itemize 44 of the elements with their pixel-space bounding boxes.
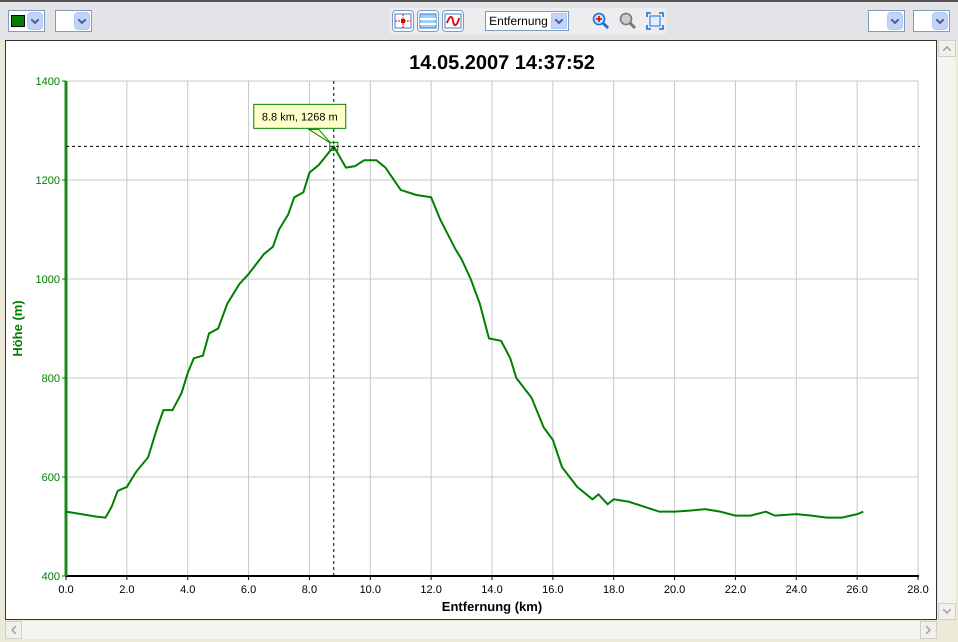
axis-select[interactable]: Entfernung xyxy=(485,11,569,31)
bands-icon[interactable] xyxy=(417,10,440,32)
y-tick-label: 400 xyxy=(42,571,60,583)
y-tick-label: 1200 xyxy=(36,175,60,187)
x-tick-label: 10.0 xyxy=(360,584,381,596)
x-tick-label: 6.0 xyxy=(240,584,256,596)
dropdown[interactable] xyxy=(868,10,905,32)
dropdown[interactable] xyxy=(8,10,45,32)
scroll-down-icon[interactable] xyxy=(938,603,956,620)
zoom-in-icon[interactable] xyxy=(592,12,610,30)
tooltip: 8.8 km, 1268 m xyxy=(253,104,346,144)
x-tick-label: 14.0 xyxy=(481,584,503,596)
y-tick-label: 1000 xyxy=(36,274,60,286)
y-tick-label: 600 xyxy=(42,472,60,484)
x-tick-label: 26.0 xyxy=(846,584,868,596)
x-axis-title: Entfernung (km) xyxy=(442,599,542,614)
zoom-out-icon[interactable] xyxy=(618,12,637,30)
x-tick-label: 18.0 xyxy=(603,584,624,596)
x-tick-label: 16.0 xyxy=(542,584,564,596)
x-tick-label: 28.0 xyxy=(907,584,929,596)
scroll-left-icon[interactable] xyxy=(5,621,22,639)
x-tick-label: 8.0 xyxy=(302,584,318,596)
wave-icon[interactable] xyxy=(442,10,464,32)
y-tick-label: 800 xyxy=(42,373,60,385)
annotation: 8.8 km, 1268 m xyxy=(262,111,338,124)
marker-icon[interactable] xyxy=(329,142,338,151)
vertical-scrollbar[interactable] xyxy=(938,40,956,620)
x-tick-label: 12.0 xyxy=(420,584,442,596)
chart-title: 14.05.2007 14:37:52 xyxy=(409,52,595,74)
x-tick-label: 0.0 xyxy=(58,584,74,596)
x-tick-label: 22.0 xyxy=(724,584,746,596)
scroll-up-icon[interactable] xyxy=(938,40,956,57)
y-axis-title: Höhe (m) xyxy=(10,300,25,357)
dropdown[interactable] xyxy=(55,10,92,32)
x-tick-label: 24.0 xyxy=(786,584,807,596)
crosshair-icon[interactable] xyxy=(392,10,414,32)
x-tick-label: 2.0 xyxy=(119,584,134,596)
dropdown[interactable] xyxy=(913,10,950,32)
scroll-right-icon[interactable] xyxy=(920,621,937,639)
horizontal-scrollbar[interactable] xyxy=(5,621,937,639)
x-tick-label: 20.0 xyxy=(664,584,686,596)
x-tick-label: 4.0 xyxy=(180,584,196,596)
fit-icon[interactable] xyxy=(646,12,664,30)
y-tick-label: 1400 xyxy=(36,76,60,88)
